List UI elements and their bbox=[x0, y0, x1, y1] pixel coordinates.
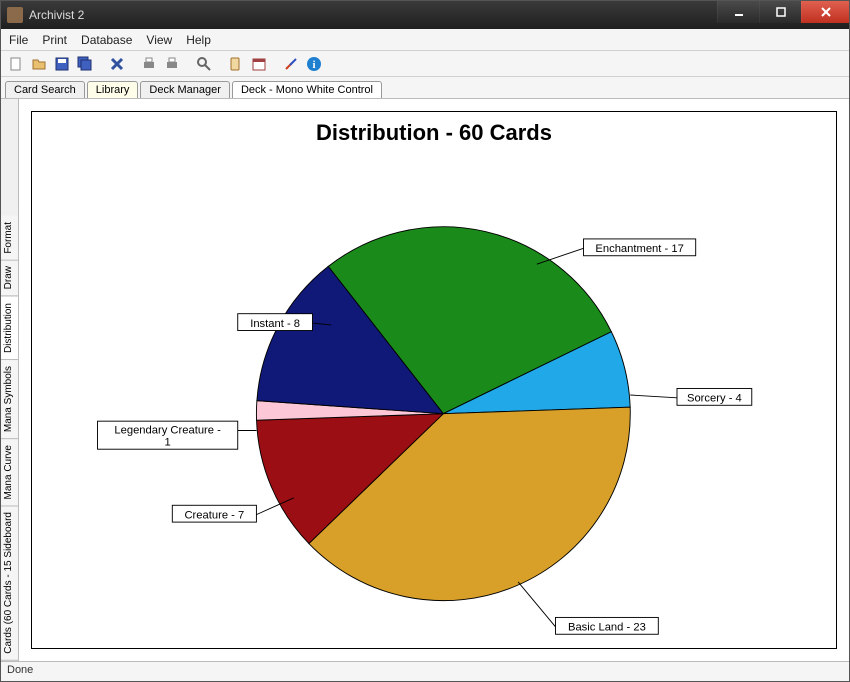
content-area: Cards (60 Cards - 15 Sideboard Mana Curv… bbox=[1, 99, 849, 661]
tab-deck-manager[interactable]: Deck Manager bbox=[140, 81, 230, 98]
menu-view[interactable]: View bbox=[146, 33, 172, 47]
delete-icon[interactable] bbox=[108, 55, 126, 73]
menu-print[interactable]: Print bbox=[42, 33, 67, 47]
new-icon[interactable] bbox=[7, 55, 25, 73]
tab-library[interactable]: Library bbox=[87, 81, 139, 98]
settings-icon[interactable] bbox=[282, 55, 300, 73]
save-all-icon[interactable] bbox=[76, 55, 94, 73]
menu-file[interactable]: File bbox=[9, 33, 28, 47]
vtab-mana-symbols[interactable]: Mana Symbols bbox=[1, 360, 18, 439]
vertical-tabs: Cards (60 Cards - 15 Sideboard Mana Curv… bbox=[1, 99, 19, 661]
chart-label: Enchantment - 17 bbox=[595, 243, 683, 255]
chart-label: Legendary Creature - bbox=[114, 424, 221, 436]
minimize-button[interactable] bbox=[717, 1, 759, 23]
tab-deck[interactable]: Deck - Mono White Control bbox=[232, 81, 382, 98]
window-buttons bbox=[717, 1, 849, 29]
close-button[interactable] bbox=[801, 1, 849, 23]
open-icon[interactable] bbox=[30, 55, 48, 73]
menu-database[interactable]: Database bbox=[81, 33, 132, 47]
vtab-mana-curve[interactable]: Mana Curve bbox=[1, 439, 18, 506]
tabstrip: Card Search Library Deck Manager Deck - … bbox=[1, 77, 849, 99]
print-icon[interactable] bbox=[140, 55, 158, 73]
titlebar: Archivist 2 bbox=[1, 1, 849, 29]
maximize-button[interactable] bbox=[759, 1, 801, 23]
chart-label: Sorcery - 4 bbox=[687, 393, 742, 405]
app-icon bbox=[7, 7, 23, 23]
vtab-distribution[interactable]: Distribution bbox=[1, 297, 18, 360]
status-text: Done bbox=[7, 664, 33, 676]
vtab-cards[interactable]: Cards (60 Cards - 15 Sideboard bbox=[1, 506, 18, 661]
vtab-draw[interactable]: Draw bbox=[1, 260, 18, 296]
card-icon[interactable] bbox=[227, 55, 245, 73]
pie-chart: Enchantment - 17 Sorcery - 4 Basic Land - … bbox=[42, 152, 826, 638]
menu-help[interactable]: Help bbox=[186, 33, 211, 47]
chart-label: Basic Land - 23 bbox=[568, 622, 646, 634]
toolbar: i bbox=[1, 51, 849, 77]
chart-label: Creature - 7 bbox=[184, 509, 244, 521]
info-icon[interactable]: i bbox=[305, 55, 323, 73]
chart-wrapper: Distribution - 60 Cards Enchantment - 17… bbox=[19, 99, 849, 661]
chart-title: Distribution - 60 Cards bbox=[32, 120, 836, 146]
chart-box: Distribution - 60 Cards Enchantment - 17… bbox=[31, 111, 837, 649]
chart-label: 1 bbox=[165, 436, 171, 448]
menubar: File Print Database View Help bbox=[1, 29, 849, 51]
window-title: Archivist 2 bbox=[29, 8, 717, 22]
calendar-icon[interactable] bbox=[250, 55, 268, 73]
save-icon[interactable] bbox=[53, 55, 71, 73]
search-icon[interactable] bbox=[195, 55, 213, 73]
statusbar: Done bbox=[1, 661, 849, 681]
tab-card-search[interactable]: Card Search bbox=[5, 81, 85, 98]
svg-text:i: i bbox=[312, 59, 315, 71]
chart-label: Instant - 8 bbox=[250, 318, 300, 330]
app-window: Archivist 2 File Print Database View Hel… bbox=[0, 0, 850, 682]
vtab-format[interactable]: Format bbox=[1, 216, 18, 261]
print-preview-icon[interactable] bbox=[163, 55, 181, 73]
